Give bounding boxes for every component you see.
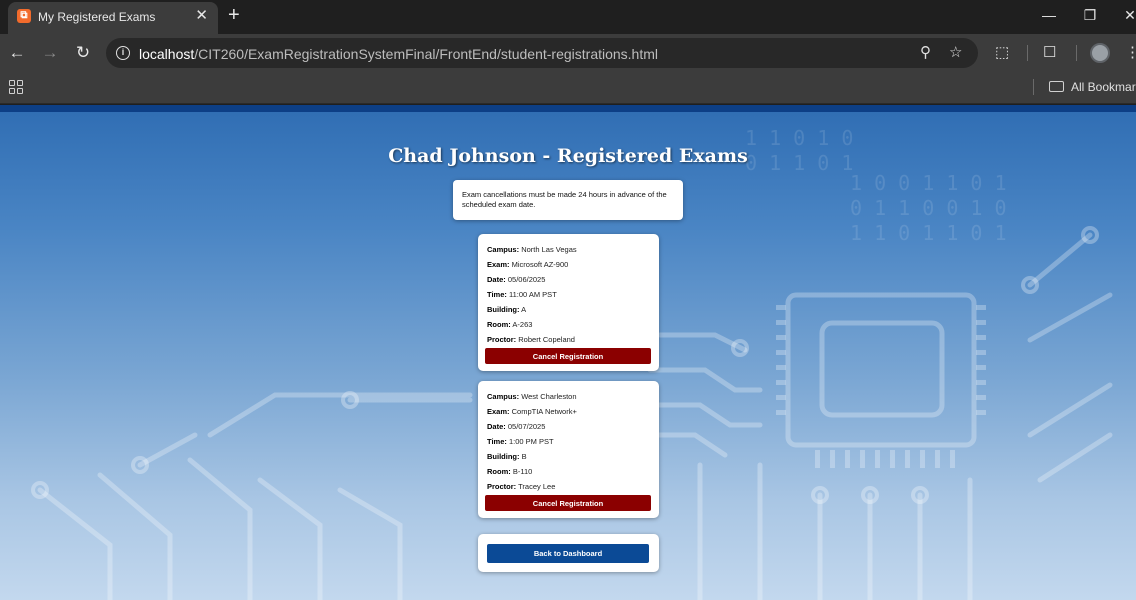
url-text[interactable]: localhost/CIT260/ExamRegistrationSystemF… [139,46,658,62]
forward-arrow-icon[interactable]: → [39,42,61,64]
proctor-label: Proctor: [487,335,517,344]
minimize-icon[interactable]: — [1035,4,1063,26]
date-row: Date: 05/07/2025 [487,419,651,434]
proctor-label: Proctor: [487,482,517,491]
menu-icon[interactable]: ⋮ [1125,43,1136,63]
room-label: Room: [487,467,511,476]
exam-value: CompTIA Network+ [511,407,577,416]
profile-avatar[interactable] [1090,43,1110,63]
building-row: Building: B [487,449,651,464]
campus-label: Campus: [487,392,520,401]
date-value: 05/06/2025 [507,275,546,284]
back-to-dashboard-button[interactable]: Back to Dashboard [487,544,649,563]
bookmarks-bar: All Bookmarks [0,72,1136,104]
room-row: Room: A-263 [487,317,651,332]
back-arrow-icon[interactable]: ← [6,42,28,64]
browser-tab-strip: ⧉ My Registered Exams ✕ + — ❐ ✕ [0,0,1136,34]
toolbar-divider [1076,45,1077,61]
close-window-icon[interactable]: ✕ [1116,4,1136,26]
exam-label: Exam: [487,407,510,416]
tab-search-icon[interactable]: ☐ [1043,43,1056,63]
apps-grid-icon[interactable] [9,80,23,94]
url-path: /CIT260/ExamRegistrationSystemFinal/Fron… [194,46,659,62]
date-value: 05/07/2025 [507,422,546,431]
date-row: Date: 05/06/2025 [487,272,651,287]
building-row: Building: A [487,302,651,317]
svg-text:0 1 1 0 0 1 0: 0 1 1 0 0 1 0 [850,196,1007,220]
time-row: Time: 1:00 PM PST [487,434,651,449]
page-content: 1 1 0 1 0 0 1 1 0 1 1 0 0 1 1 0 1 0 1 1 … [0,105,1136,600]
close-tab-icon[interactable]: ✕ [195,7,208,25]
restore-icon[interactable]: ❐ [1076,4,1104,26]
toolbar-divider [1027,45,1028,61]
campus-row: Campus: West Charleston [487,389,651,404]
cancellation-notice: Exam cancellations must be made 24 hours… [453,180,683,220]
building-label: Building: [487,452,520,461]
date-label: Date: [487,275,506,284]
reload-icon[interactable]: ↻ [72,42,94,64]
all-bookmarks-link[interactable]: All Bookmarks [1071,80,1136,94]
room-value: B-110 [512,467,533,476]
zoom-icon[interactable]: ⚲ [920,44,931,62]
campus-value: North Las Vegas [521,245,577,254]
exam-value: Microsoft AZ-900 [511,260,569,269]
svg-text:1 1 0 1 1 0 1: 1 1 0 1 1 0 1 [850,221,1007,245]
exam-row: Exam: CompTIA Network+ [487,404,651,419]
exam-row: Exam: Microsoft AZ-900 [487,257,651,272]
campus-value: West Charleston [521,392,577,401]
building-value: A [521,305,527,314]
campus-row: Campus: North Las Vegas [487,242,651,257]
browser-toolbar: ← → ↻ i localhost/CIT260/ExamRegistratio… [0,34,1136,72]
date-label: Date: [487,422,506,431]
time-row: Time: 11:00 AM PST [487,287,651,302]
room-label: Room: [487,320,511,329]
time-value: 11:00 AM PST [508,290,557,299]
proctor-row: Proctor: Tracey Lee [487,479,651,494]
room-value: A-263 [512,320,533,329]
site-info-icon[interactable]: i [116,46,130,60]
cancel-registration-button[interactable]: Cancel Registration [485,495,651,511]
exam-label: Exam: [487,260,510,269]
xampp-icon: ⧉ [17,9,31,23]
time-value: 1:00 PM PST [508,437,554,446]
proctor-row: Proctor: Robert Copeland [487,332,651,347]
proctor-value: Robert Copeland [518,335,575,344]
time-label: Time: [487,437,507,446]
folder-icon [1049,81,1064,92]
bookmark-star-icon[interactable]: ☆ [949,44,962,62]
building-label: Building: [487,305,520,314]
address-bar[interactable]: i localhost/CIT260/ExamRegistrationSyste… [106,38,978,68]
proctor-value: Tracey Lee [518,482,556,491]
room-row: Room: B-110 [487,464,651,479]
exam-registration-card: Campus: West Charleston Exam: CompTIA Ne… [478,381,659,518]
cancel-registration-button[interactable]: Cancel Registration [485,348,651,364]
new-tab-icon[interactable]: + [228,4,240,26]
exam-registration-card: Campus: North Las Vegas Exam: Microsoft … [478,234,659,371]
bookmarks-divider [1033,79,1034,95]
browser-tab[interactable]: ⧉ My Registered Exams ✕ [8,2,218,34]
campus-label: Campus: [487,245,520,254]
url-host: localhost [139,46,195,62]
building-value: B [521,452,527,461]
extensions-icon[interactable]: ⬚ [995,43,1009,63]
page-title: Chad Johnson - Registered Exams [388,145,748,167]
time-label: Time: [487,290,507,299]
tab-title: My Registered Exams [38,10,156,24]
svg-text:1 0 0 1 1 0 1: 1 0 0 1 1 0 1 [850,171,1007,195]
